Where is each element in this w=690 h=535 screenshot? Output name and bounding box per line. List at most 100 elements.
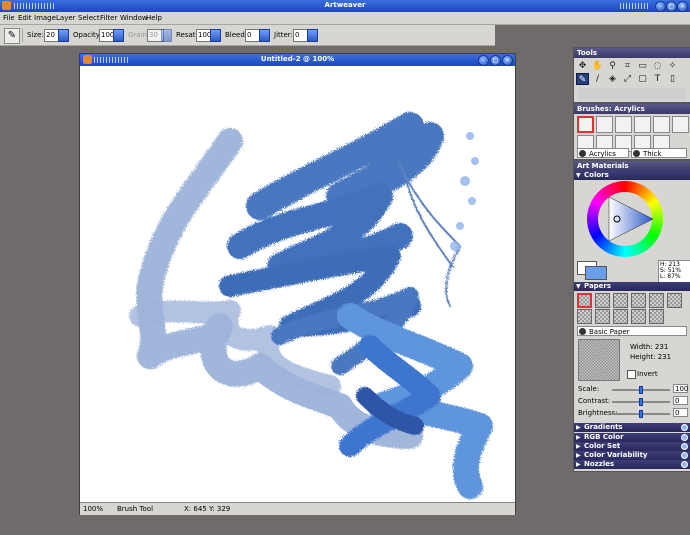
opacity-spinner[interactable] — [113, 29, 124, 42]
section-options-icon[interactable] — [681, 434, 688, 441]
painting-canvas[interactable] — [80, 66, 515, 502]
document-title-bar: Untitled-2 @ 100% – □ × — [80, 54, 515, 66]
gradients-section-header[interactable]: ▶ Gradients — [574, 423, 690, 432]
zoom-tool-icon[interactable]: ⚲ — [606, 60, 619, 72]
eyedropper-tool-icon[interactable]: ⤢ — [621, 73, 634, 85]
paper-dropdown[interactable]: Basic Paper — [577, 326, 687, 336]
doc-maximize-button[interactable]: □ — [490, 55, 501, 66]
brush-preset-4-icon[interactable] — [634, 116, 651, 133]
app-title-bar: Artweaver – □ × — [0, 0, 690, 12]
menu-image[interactable]: Image — [34, 14, 56, 22]
contrast-slider-thumb[interactable] — [639, 398, 643, 406]
lightness-value: L: 87% — [660, 273, 681, 280]
move-tool-icon[interactable]: ✥ — [576, 60, 589, 72]
paper-tile[interactable] — [649, 293, 664, 308]
shape-tool-icon[interactable]: ▢ — [636, 73, 649, 85]
section-options-icon[interactable] — [681, 443, 688, 450]
brush-preset-5-icon[interactable] — [653, 116, 670, 133]
color-triangle[interactable] — [587, 181, 663, 257]
rgb-color-section-header[interactable]: ▶ RGB Color — [574, 433, 690, 442]
paper-tile[interactable] — [577, 309, 592, 324]
colors-section-label: Colors — [584, 171, 609, 179]
jitter-label: Jitter: — [274, 31, 293, 39]
maximize-button[interactable]: □ — [666, 1, 677, 12]
color-variability-section-header[interactable]: ▶ Color Variability — [574, 451, 690, 460]
paper-name: Basic Paper — [589, 328, 630, 336]
tool-color-swatch[interactable] — [578, 88, 686, 100]
current-tool-status: Brush Tool — [117, 505, 154, 513]
invert-checkbox[interactable] — [627, 370, 636, 379]
paper-tile[interactable] — [595, 293, 610, 308]
scale-slider[interactable] — [612, 386, 670, 394]
brightness-value[interactable]: 0 — [673, 408, 688, 417]
menu-select[interactable]: Select — [78, 14, 100, 22]
tool-options-bar: ✎ Size: 20 Opacity: 100 Grain: 30 Resat:… — [0, 25, 495, 46]
brush-category-dropdown[interactable]: Acrylics — [577, 148, 629, 158]
color-swatches[interactable] — [577, 261, 607, 280]
section-options-icon[interactable] — [681, 452, 688, 459]
brush-preset-1-icon[interactable] — [577, 116, 594, 133]
magic-wand-tool-icon[interactable]: ✧ — [666, 60, 679, 72]
hand-tool-icon[interactable]: ✋ — [591, 60, 604, 72]
paper-tile[interactable] — [613, 293, 628, 308]
nozzles-section-header[interactable]: ▶ Nozzles — [574, 460, 690, 469]
papers-section-header[interactable]: ▼ Papers — [574, 282, 690, 291]
bleed-spinner[interactable] — [259, 29, 270, 42]
brush-preset-6-icon[interactable] — [672, 116, 689, 133]
expand-arrow-icon: ▶ — [576, 452, 581, 459]
paper-tile[interactable] — [667, 293, 682, 308]
opacity-label: Opacity: — [73, 31, 102, 39]
menu-filter[interactable]: Filter — [100, 14, 117, 22]
menu-help[interactable]: Help — [146, 14, 162, 22]
color-variability-label: Color Variability — [584, 451, 648, 459]
color-wheel[interactable] — [587, 181, 663, 257]
grain-spinner[interactable] — [161, 29, 172, 42]
paper-tile[interactable] — [649, 309, 664, 324]
resat-label: Resat: — [176, 31, 198, 39]
scale-value[interactable]: 100 — [673, 384, 688, 393]
doc-minimize-button[interactable]: – — [478, 55, 489, 66]
menu-layer[interactable]: Layer — [56, 14, 76, 22]
brush-preset-3-icon[interactable] — [615, 116, 632, 133]
menu-file[interactable]: File — [3, 14, 15, 22]
paper-tile[interactable] — [595, 309, 610, 324]
doc-close-button[interactable]: × — [502, 55, 513, 66]
zoom-level[interactable]: 100% — [83, 505, 103, 513]
tools-panel: Tools ✥ ✋ ⚲ ⌗ ▭ ◌ ✧ ✎ / ◈ ⤢ ▢ T ▯ — [573, 47, 690, 103]
primary-color-swatch[interactable] — [585, 266, 607, 280]
pencil-tool-icon[interactable]: / — [591, 73, 604, 85]
contrast-value[interactable]: 0 — [673, 396, 688, 405]
brush-preset-2-icon[interactable] — [596, 116, 613, 133]
paper-tile-selected[interactable] — [577, 293, 592, 308]
resat-spinner[interactable] — [210, 29, 221, 42]
eraser-tool-icon[interactable]: ▯ — [666, 73, 679, 85]
brush-tool-icon[interactable]: ✎ — [4, 28, 20, 44]
menu-edit[interactable]: Edit — [18, 14, 32, 22]
brightness-slider[interactable] — [612, 410, 670, 418]
paper-tile[interactable] — [631, 309, 646, 324]
dropdown-arrow-icon — [579, 150, 586, 157]
lasso-tool-icon[interactable]: ◌ — [651, 60, 664, 72]
text-tool-icon[interactable]: T — [651, 73, 664, 85]
contrast-slider[interactable] — [612, 398, 670, 406]
brushes-panel: Brushes: Acrylics Acrylics Thick Opaque.… — [573, 103, 690, 168]
section-options-icon[interactable] — [681, 424, 688, 431]
fill-tool-icon[interactable]: ◈ — [606, 73, 619, 85]
brush-variant-dropdown[interactable]: Thick Opaque... — [631, 148, 687, 168]
paper-tile[interactable] — [613, 309, 628, 324]
brush-tool-selected-icon[interactable]: ✎ — [576, 73, 589, 85]
menu-window[interactable]: Window — [120, 14, 148, 22]
rect-select-tool-icon[interactable]: ▭ — [636, 60, 649, 72]
crop-tool-icon[interactable]: ⌗ — [621, 60, 634, 72]
color-set-section-header[interactable]: ▶ Color Set — [574, 442, 690, 451]
minimize-button[interactable]: – — [655, 1, 666, 12]
jitter-spinner[interactable] — [307, 29, 318, 42]
size-spinner[interactable] — [58, 29, 69, 42]
brightness-slider-thumb[interactable] — [639, 410, 643, 418]
scale-slider-thumb[interactable] — [639, 386, 643, 394]
colors-section-header[interactable]: ▼ Colors — [574, 171, 690, 180]
invert-label: Invert — [637, 370, 658, 378]
section-options-icon[interactable] — [681, 461, 688, 468]
close-button[interactable]: × — [677, 1, 688, 12]
paper-tile[interactable] — [631, 293, 646, 308]
